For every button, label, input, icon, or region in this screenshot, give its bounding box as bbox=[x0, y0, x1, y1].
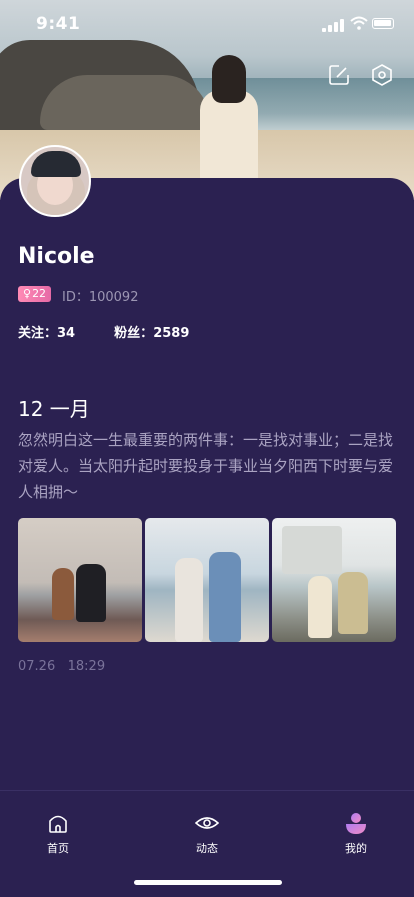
person-figure bbox=[200, 90, 258, 185]
rock bbox=[40, 75, 210, 130]
tab-home[interactable]: 首页 bbox=[28, 811, 88, 856]
home-icon bbox=[49, 815, 67, 833]
user-id: ID：100092 bbox=[62, 290, 139, 305]
profile-icon bbox=[346, 813, 366, 834]
signal-icon bbox=[322, 18, 344, 32]
tab-profile[interactable]: 我的 bbox=[326, 811, 386, 856]
avatar[interactable] bbox=[19, 145, 91, 217]
home-indicator bbox=[134, 880, 282, 885]
post-time: 07.26 18:29 bbox=[18, 659, 106, 674]
following-stat[interactable]: 关注：34 bbox=[18, 322, 75, 341]
post-photo[interactable] bbox=[272, 518, 396, 642]
settings-icon[interactable] bbox=[371, 64, 393, 86]
profile-name: Nicole bbox=[18, 244, 95, 269]
post-text: 忽然明白这一生最重要的两件事：一是找对事业；二是找对爱人。当太阳升起时要投身于事… bbox=[18, 431, 394, 501]
battery-icon bbox=[372, 18, 394, 29]
person-hair bbox=[212, 55, 246, 103]
follow-stats: 关注：34 粉丝：2589 bbox=[18, 322, 189, 341]
status-bar: 9:41 bbox=[0, 0, 414, 44]
post-photo[interactable] bbox=[18, 518, 142, 642]
status-time: 9:41 bbox=[36, 14, 81, 34]
age-value: 22 bbox=[32, 287, 47, 300]
female-icon: ♀ bbox=[23, 287, 32, 300]
gender-age-badge: ♀22 bbox=[18, 286, 52, 302]
post-photos bbox=[18, 518, 396, 642]
wifi-icon bbox=[350, 16, 368, 30]
eye-icon bbox=[195, 817, 219, 829]
post-photo[interactable] bbox=[145, 518, 269, 642]
tab-feed[interactable]: 动态 bbox=[177, 811, 237, 856]
followers-stat[interactable]: 粉丝：2589 bbox=[114, 322, 189, 341]
edit-icon[interactable] bbox=[328, 64, 350, 86]
post-date-title: 12 一月 bbox=[18, 397, 90, 421]
